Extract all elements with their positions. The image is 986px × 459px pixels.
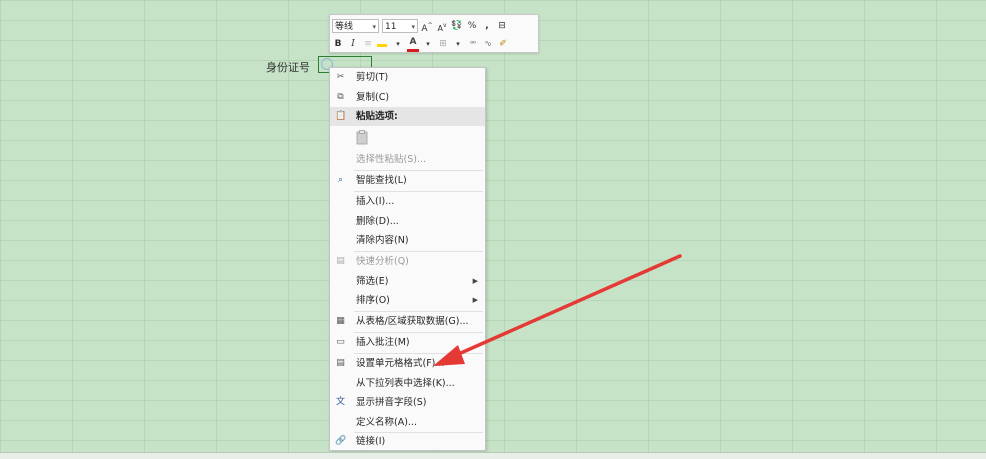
annotation-arrow-shaft bbox=[443, 254, 682, 362]
annotation-arrow bbox=[433, 254, 682, 366]
annotation-arrow-head bbox=[433, 345, 465, 366]
